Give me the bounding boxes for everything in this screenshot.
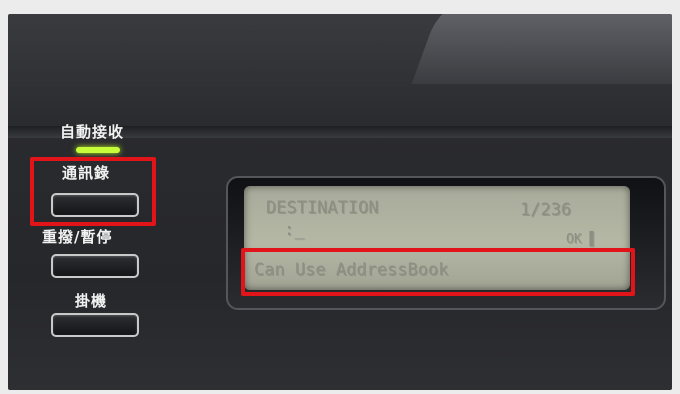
device-cover [411,14,672,84]
redial-pause-button[interactable] [51,254,139,278]
lcd-destination-text: DESTINATION [266,198,379,218]
auto-receive-led [76,147,120,153]
address-book-highlight [30,157,156,226]
hang-up-label: 掛機 [75,292,108,310]
hang-up-button[interactable] [51,313,139,337]
lcd-counter-text: 1/236 [520,200,572,220]
lcd-ok-indicator: OK ▌ [566,232,598,247]
auto-receive-label: 自動接收 [60,123,125,141]
lcd-input-cursor: :_ [284,220,305,240]
lcd-message-highlight [241,248,635,296]
redial-pause-label: 重撥/暫停 [42,228,113,246]
